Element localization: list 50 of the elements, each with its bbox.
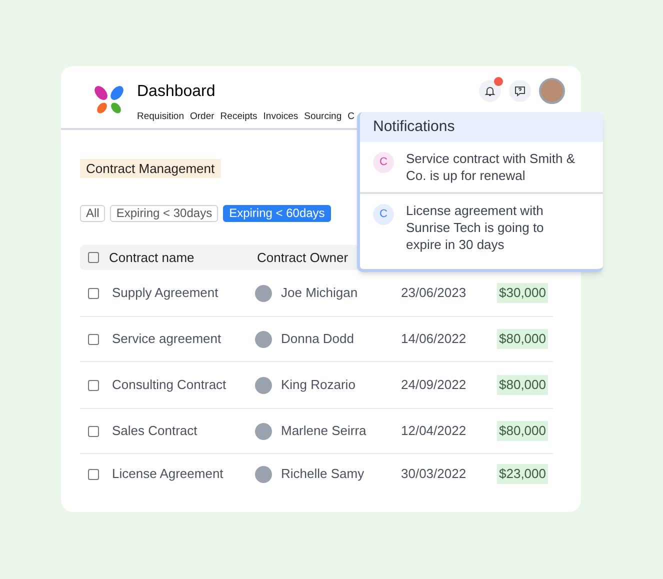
nav-link[interactable]: Receipts [220, 110, 258, 124]
amount-badge: $80,000 [497, 329, 548, 349]
initial-badge: C [373, 152, 394, 173]
table-cell-text: Sales Contract [112, 422, 198, 440]
table-cell-text: Service agreement [112, 330, 222, 348]
row-checkbox[interactable] [88, 468, 99, 480]
section-tag: Contract Management [80, 159, 221, 178]
bell-icon [484, 85, 496, 97]
table-cell-text: 23/06/2023 [401, 284, 468, 302]
table-cell-text: Supply Agreement [112, 284, 220, 302]
row-checkbox[interactable] [88, 288, 99, 298]
column-header: Contract name [109, 248, 196, 267]
amount-badge: $30,000 [497, 283, 548, 303]
notification-text: License agreement with Sunrise Tech is going to expire in 30 days [406, 202, 545, 253]
table-cell-text: Richelle Samy [281, 465, 366, 484]
table-cell-text: Consulting Contract [112, 376, 228, 394]
nav-link[interactable]: Order [190, 110, 214, 124]
amount-badge: $23,000 [497, 464, 548, 484]
table-cell-text: Donna Dodd [281, 330, 355, 348]
filter-tab[interactable]: Expiring < 60days [223, 205, 331, 222]
row-checkbox[interactable] [88, 334, 99, 344]
table-cell-text: 14/06/2022 [401, 330, 468, 348]
table-cell-text: 12/04/2022 [401, 422, 468, 440]
filter-tab[interactable]: Expiring < 30days [110, 205, 218, 222]
page-title: Dashboard [137, 82, 216, 102]
nav-link[interactable]: Requisition [137, 110, 184, 124]
amount-badge: $80,000 [497, 375, 548, 395]
row-checkbox[interactable] [88, 380, 99, 390]
select-all-checkbox[interactable] [88, 252, 99, 263]
notifications-title: Notifications [373, 116, 455, 137]
nav-link[interactable]: Invoices [263, 110, 298, 124]
column-header: Contract Owner [257, 248, 348, 267]
table-cell-text: 24/09/2022 [401, 376, 468, 394]
table-cell-text: 30/03/2022 [401, 465, 468, 484]
row-checkbox[interactable] [88, 426, 99, 436]
table-cell-text: License Agreement [112, 465, 224, 484]
filter-tab[interactable]: All [80, 205, 106, 222]
nav-link[interactable]: Sourcing [304, 110, 342, 124]
butterfly-logo-icon [93, 85, 125, 115]
help-chat-button[interactable] [509, 80, 531, 102]
user-avatar[interactable] [539, 78, 565, 104]
chat-question-icon [514, 85, 526, 97]
table-cell-text: Joe Michigan [281, 284, 359, 302]
initial-badge: C [373, 204, 394, 225]
nav-link[interactable]: C [348, 110, 354, 124]
notification-text: Service contract with Smith & Co. is up for renewal [406, 150, 576, 184]
table-cell-text: King Rozario [281, 376, 356, 394]
notifications-button[interactable] [479, 80, 501, 102]
amount-badge: $80,000 [497, 421, 548, 441]
table-cell-text: Marlene Seirra [281, 422, 368, 440]
